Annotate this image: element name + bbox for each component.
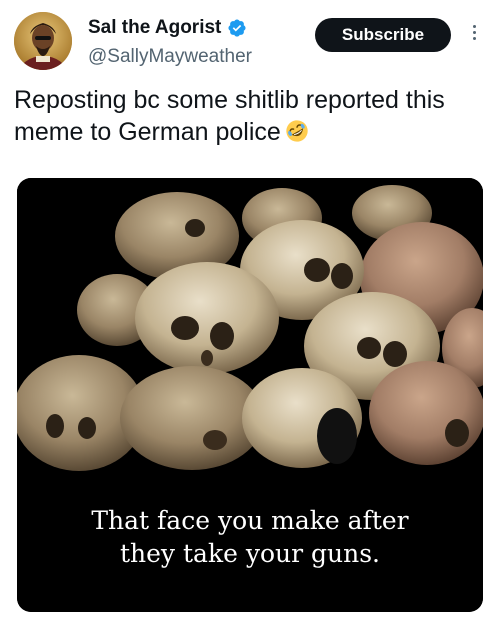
profile-avatar[interactable] (14, 12, 72, 70)
subscribe-button[interactable]: Subscribe (315, 18, 451, 52)
tweet-card: Sal the Agorist @SallyMayweather Subscri… (0, 0, 500, 619)
tweet-media-image[interactable]: That face you make after they take your … (17, 178, 483, 612)
more-vertical-icon[interactable] (466, 22, 482, 48)
caption-line-1: That face you make after (91, 506, 409, 535)
verified-badge-icon[interactable] (227, 18, 247, 38)
rolling-on-floor-laughing-emoji (286, 120, 308, 142)
tweet-header: Sal the Agorist @SallyMayweather Subscri… (14, 12, 486, 70)
tweet-text: Reposting bc some shitlib reported this … (14, 86, 445, 146)
meme-caption: That face you make after they take your … (17, 504, 483, 570)
caption-line-2: they take your guns. (119, 539, 380, 568)
author-handle[interactable]: @SallyMayweather (88, 46, 252, 68)
avatar-image (14, 12, 72, 70)
author-names: Sal the Agorist @SallyMayweather (88, 16, 252, 68)
tweet-body: Reposting bc some shitlib reported this … (14, 84, 486, 148)
display-name-row: Sal the Agorist (88, 16, 252, 40)
display-name[interactable]: Sal the Agorist (88, 17, 221, 39)
